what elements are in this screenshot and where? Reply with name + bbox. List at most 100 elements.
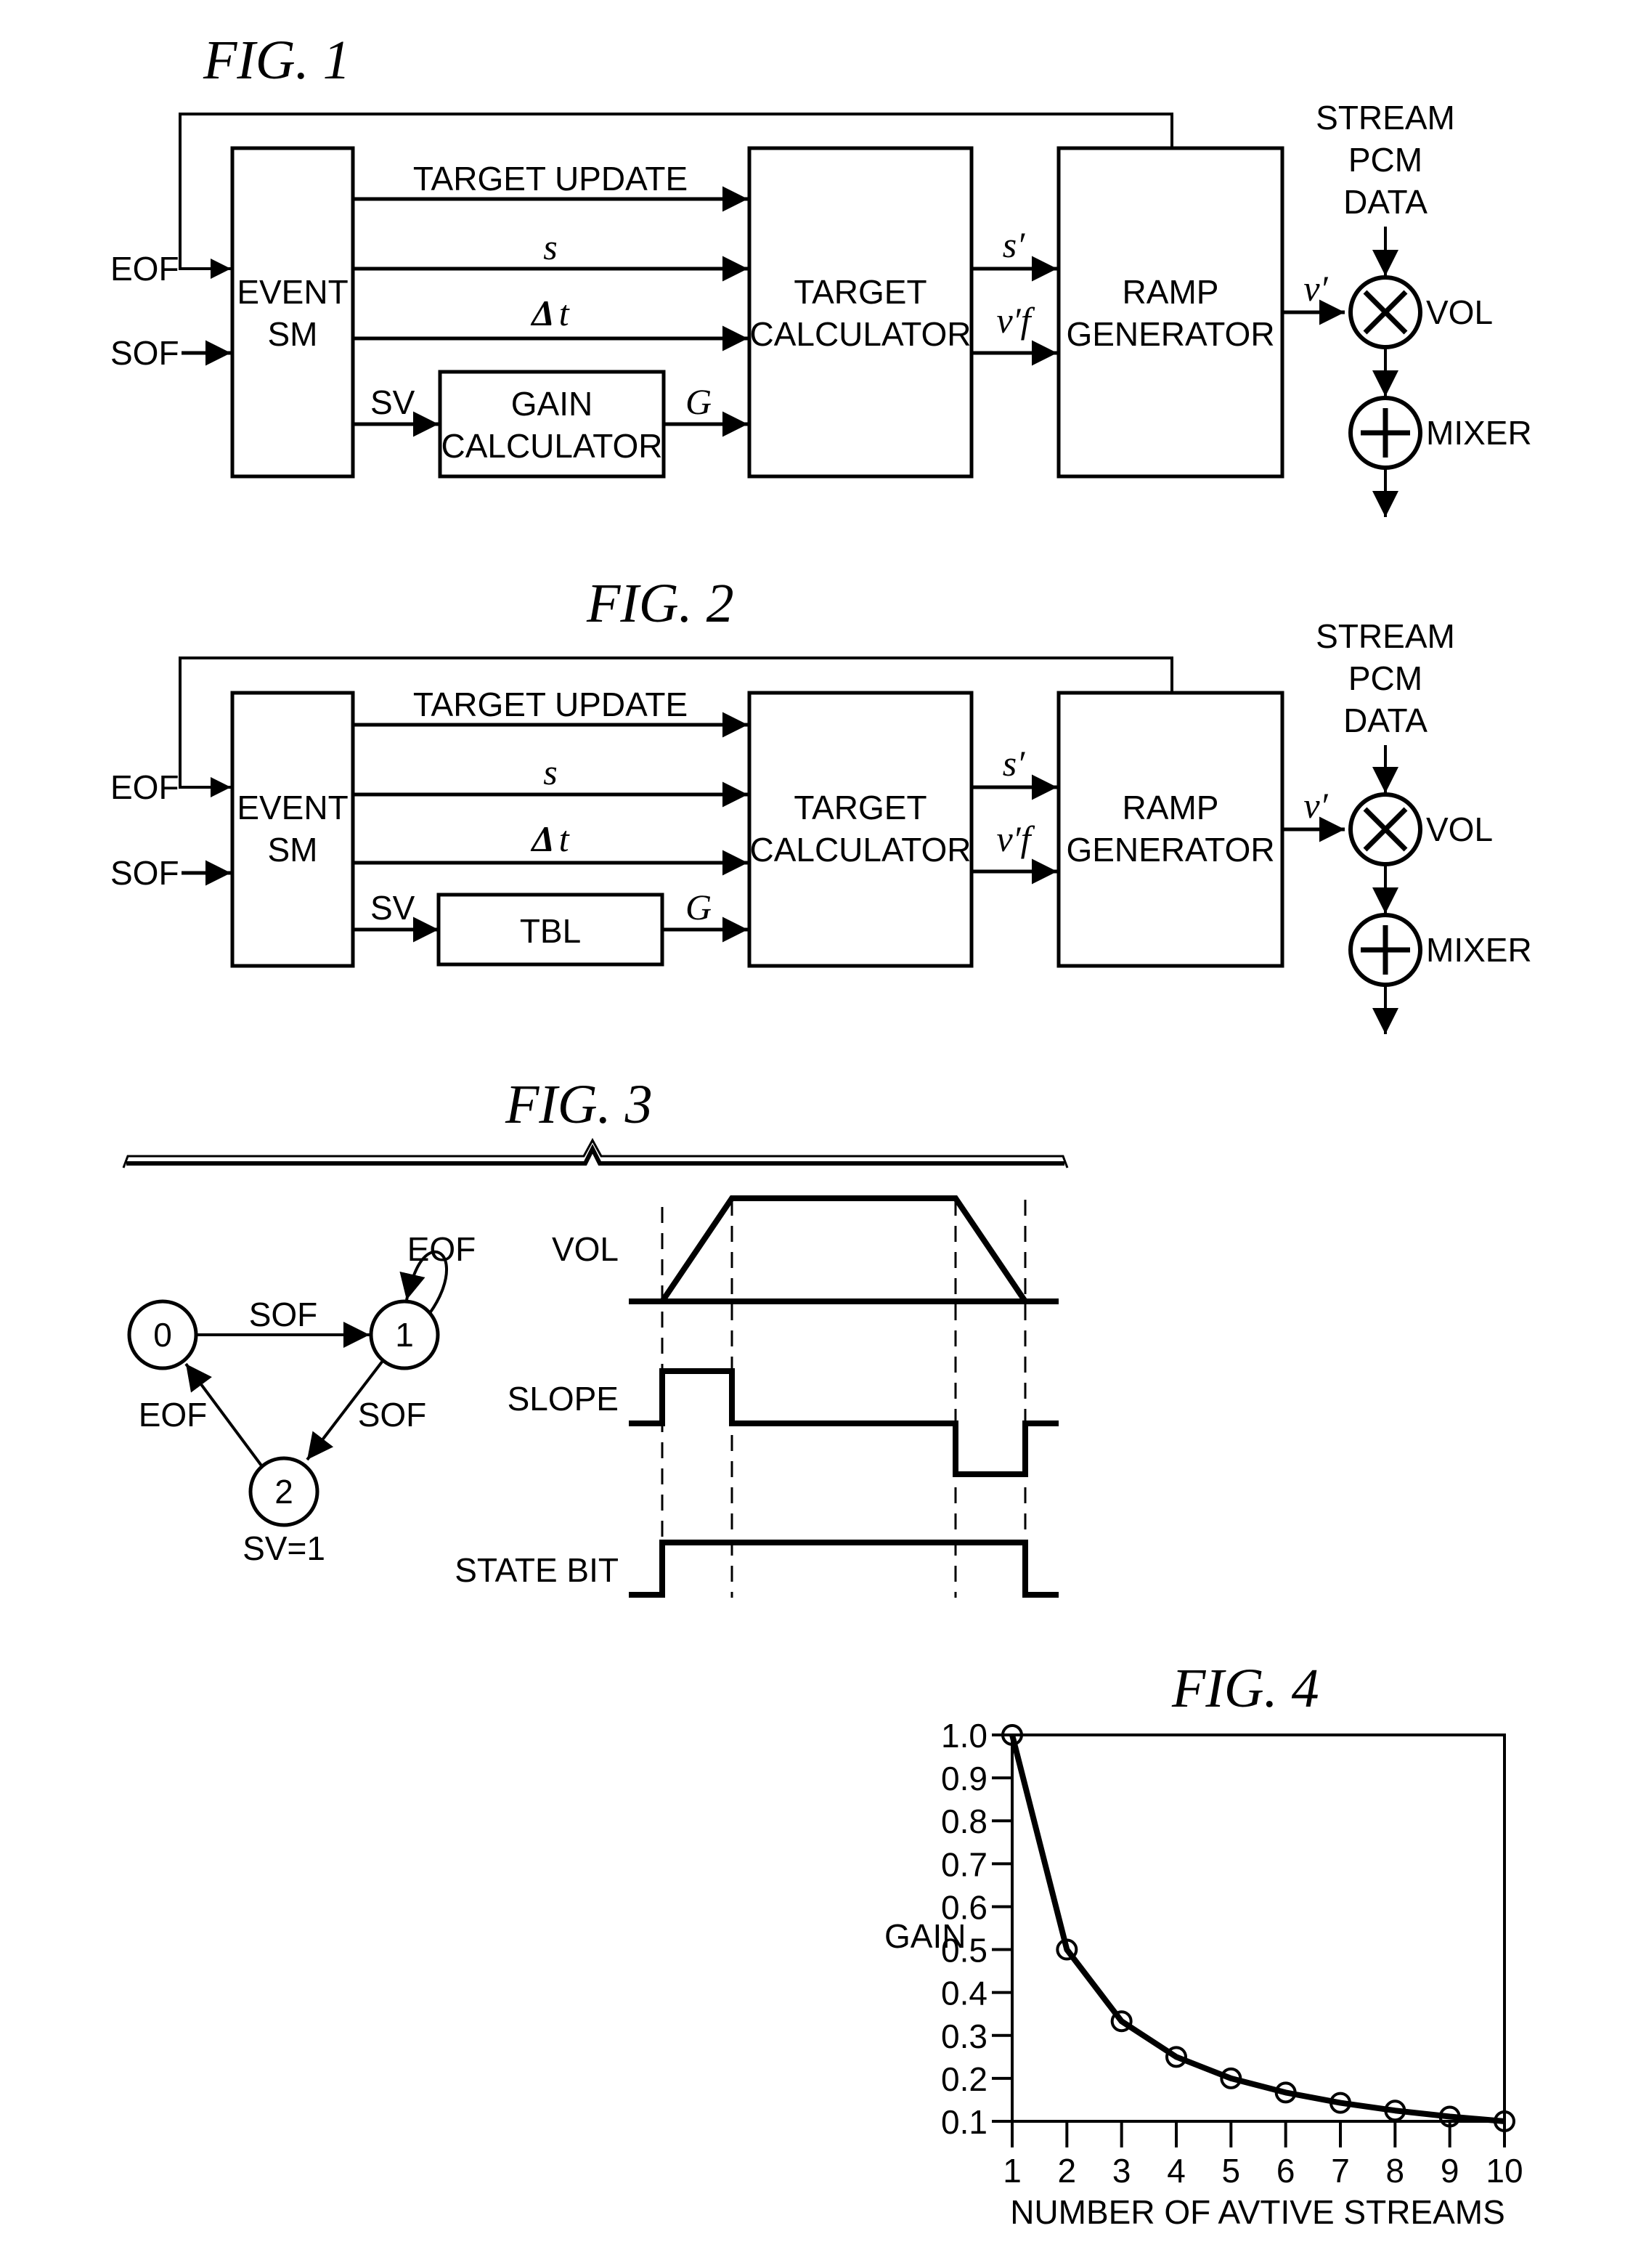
fig2-sv-label: SV xyxy=(370,889,415,927)
fig1-eof-label: EOF xyxy=(110,250,179,288)
chart-xtick-label: 3 xyxy=(1112,2152,1131,2190)
fig3-brace xyxy=(122,1137,1069,1168)
fig2-eof-label: EOF xyxy=(110,768,179,806)
fig3-title: FIG. 3 xyxy=(505,1074,653,1135)
waveform-state-bit-trace xyxy=(629,1540,1059,1598)
fig2-vf-prime-label: v′f xyxy=(996,818,1035,859)
fig1-target-line2: CALCULATOR xyxy=(749,315,971,353)
fig2-stream-line2: PCM xyxy=(1348,659,1422,697)
transition-1-2-label: SOF xyxy=(358,1396,427,1434)
chart-ytick-label: 0.5 xyxy=(941,1932,987,1970)
chart-xtick-label: 5 xyxy=(1222,2152,1241,2190)
chart-series-line xyxy=(1009,1734,1505,2124)
fig2-tbl-label: TBL xyxy=(520,912,581,950)
fig1-event-sm-line2: SM xyxy=(268,315,318,353)
fig2-dt-label: Δt xyxy=(530,818,569,859)
fig1-ramp-line2: GENERATOR xyxy=(1066,315,1274,353)
fig1-add-icon xyxy=(1348,396,1422,470)
fig2-add-icon xyxy=(1348,913,1422,987)
fig1-gain-line2: CALCULATOR xyxy=(441,427,662,465)
state-1-label: 1 xyxy=(395,1316,414,1354)
transition-1-1-label: EOF xyxy=(407,1230,476,1268)
fig2-target-calculator-block xyxy=(747,691,974,968)
chart-ytick-label: 0.1 xyxy=(941,2103,987,2141)
chart-xtick-label: 1 xyxy=(1003,2152,1022,2190)
fig1-s-label: s xyxy=(543,227,557,267)
fig1-event-sm-line1: EVENT xyxy=(237,273,348,311)
chart-xtick-label: 6 xyxy=(1276,2152,1295,2190)
fig2-event-sm-line1: EVENT xyxy=(237,789,348,826)
chart-ytick-label: 0.2 xyxy=(941,2060,987,2098)
chart-xticks: 1 2 3 4 5 6 7 8 9 10 xyxy=(1003,2121,1523,2190)
fig4-title: FIG. 4 xyxy=(1171,1658,1319,1719)
fig2-dt-t: t xyxy=(559,818,570,859)
fig1-vf-prime-label: v′f xyxy=(996,300,1035,341)
chart-xtick-label: 4 xyxy=(1167,2152,1186,2190)
fig2-v-prime-label: v′ xyxy=(1303,785,1328,826)
fig2-event-sm-line2: SM xyxy=(268,831,318,869)
fig1-g-label: G xyxy=(685,381,712,422)
waveform-vol-label: VOL xyxy=(552,1230,619,1268)
fig1-s-prime-label: s′ xyxy=(1003,224,1025,265)
fig1-stream-line1: STREAM xyxy=(1316,99,1455,137)
chart-xtick-label: 9 xyxy=(1441,2152,1459,2190)
fig1-target-update-label: TARGET UPDATE xyxy=(413,160,688,198)
fig1-ramp-generator-block xyxy=(1056,146,1284,479)
fig1-multiply-icon xyxy=(1348,275,1422,349)
fig1-vol-label: VOL xyxy=(1426,293,1493,331)
transition-2-0-label: EOF xyxy=(139,1396,208,1434)
fig2-g-label: G xyxy=(685,887,712,927)
chart-ytick-label: 0.4 xyxy=(941,1975,987,2012)
chart-xtick-label: 7 xyxy=(1331,2152,1350,2190)
fig1-target-line1: TARGET xyxy=(794,273,927,311)
chart-ytick-label: 0.7 xyxy=(941,1845,987,1883)
fig2-target-line2: CALCULATOR xyxy=(749,831,971,869)
chart-plot-border xyxy=(1012,1733,1506,2121)
waveform-slope-trace xyxy=(629,1368,1059,1477)
waveform-state-bit-label: STATE BIT xyxy=(455,1551,619,1589)
chart-xlabel: NUMBER OF AVTIVE STREAMS xyxy=(1010,2193,1505,2231)
state-2-note: SV=1 xyxy=(243,1529,325,1567)
fig2-s-prime-label: s′ xyxy=(1003,743,1025,784)
fig1-v-prime-label: v′ xyxy=(1303,268,1328,309)
fig2-event-sm-block xyxy=(230,691,355,968)
fig2-multiply-icon xyxy=(1348,792,1422,866)
fig1-dt-delta: Δ xyxy=(530,293,554,333)
chart-series xyxy=(1001,1724,1515,2132)
fig1-title: FIG. 1 xyxy=(203,30,351,91)
fig4: FIG. 4 GAIN NUMBER OF AVTIVE STREAMS 0.1… xyxy=(884,1658,1523,2231)
fig1-ramp-line1: RAMP xyxy=(1123,273,1219,311)
fig2-target-line1: TARGET xyxy=(794,789,927,826)
fig2-ramp-line2: GENERATOR xyxy=(1066,831,1274,869)
fig1: FIG. 1 EOF SOF EVENT SM TARGET UPDATE s … xyxy=(110,30,1532,517)
fig1-sof-label: SOF xyxy=(110,334,179,372)
chart-ytick-label: 0.3 xyxy=(941,2017,987,2055)
fig2-vol-label: VOL xyxy=(1426,810,1493,848)
fig2-ramp-generator-block xyxy=(1056,691,1284,968)
fig1-event-sm-block xyxy=(230,146,355,479)
timing-diagram: VOL SLOPE STATE BIT xyxy=(455,1195,1059,1598)
chart-ytick-label: 0.8 xyxy=(941,1802,987,1840)
fig1-stream-line3: DATA xyxy=(1343,183,1428,221)
fig2: FIG. 2 EOF SOF EVENT SM TARGET UPDATE s … xyxy=(110,573,1532,1034)
state-2-label: 2 xyxy=(274,1473,293,1511)
fig1-dt-label: Δt xyxy=(530,293,569,333)
fig1-mixer-label: MIXER xyxy=(1426,414,1532,452)
chart-ytick-label: 0.9 xyxy=(941,1760,987,1797)
chart-xtick-label: 10 xyxy=(1486,2152,1523,2190)
waveform-vol-trace xyxy=(659,1195,1028,1304)
fig2-ramp-line1: RAMP xyxy=(1123,789,1219,826)
fig2-s-label: s xyxy=(543,752,557,792)
state-diagram: 0 1 2 SV=1 SOF EOF SOF EOF xyxy=(127,1230,476,1567)
fig2-sof-label: SOF xyxy=(110,854,179,892)
fig2-stream-line1: STREAM xyxy=(1316,617,1455,655)
fig2-dt-delta: Δ xyxy=(530,818,554,859)
fig2-mixer-label: MIXER xyxy=(1426,931,1532,969)
fig1-gain-line1: GAIN xyxy=(511,385,592,423)
transition-0-1-label: SOF xyxy=(249,1296,318,1333)
fig1-target-calculator-block xyxy=(747,146,974,479)
fig1-sv-label: SV xyxy=(370,383,415,421)
state-0-label: 0 xyxy=(153,1316,172,1354)
waveform-slope-label: SLOPE xyxy=(508,1380,619,1418)
chart-ytick-label: 0.6 xyxy=(941,1888,987,1926)
